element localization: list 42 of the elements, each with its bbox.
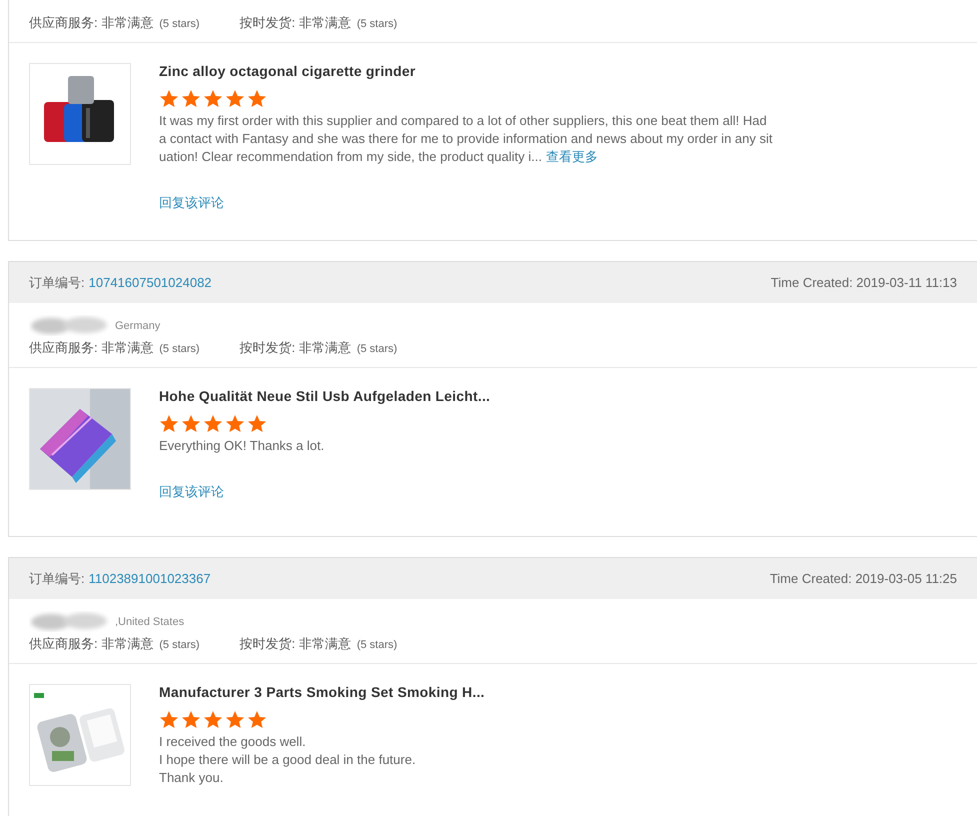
order-number-link[interactable]: 11023891001023367 xyxy=(88,570,211,586)
star-icon xyxy=(203,710,223,729)
review-text: It was my first order with this supplier and compared to a lot of other suppliers, this one beat them all! Had xyxy=(159,112,768,130)
order-label: 订单编号: xyxy=(29,274,85,290)
see-more-link[interactable]: 查看更多 xyxy=(546,149,598,164)
star-icon xyxy=(159,89,179,108)
rating-text: 供应商服务: 非常满意 (5 stars) xyxy=(29,635,200,653)
star-icon xyxy=(225,414,245,433)
review-text: I hope there will be a good deal in the future. xyxy=(159,751,417,769)
rating-text: 按时发货: 非常满意 (5 stars) xyxy=(240,635,398,653)
star-icon xyxy=(225,710,245,729)
star-icon xyxy=(181,89,201,108)
star-icon xyxy=(225,89,245,108)
rating-text: 供应商服务: 非常满意 (5 stars) xyxy=(29,14,200,32)
buyer-country: Germany xyxy=(115,320,160,332)
star-icon xyxy=(181,710,201,729)
star-icon xyxy=(159,414,179,433)
star-icon xyxy=(247,710,267,729)
time-created: Time Created: 2019-03-05 11:25 xyxy=(770,571,957,586)
review-text: I received the goods well. xyxy=(159,733,307,751)
star-icon xyxy=(247,414,267,433)
star-icon xyxy=(203,414,223,433)
reply-link[interactable]: 回复该评论 xyxy=(159,194,772,212)
star-icon xyxy=(247,89,267,108)
order-number-link[interactable]: 10741607501024082 xyxy=(88,274,212,290)
review-text: a contact with Fantasy and she was there for me to provide information and news about my order in any sit xyxy=(159,130,772,148)
product-title[interactable]: Hohe Qualität Neue Stil Usb Aufgeladen Leicht... xyxy=(159,388,490,404)
review-text: uation! Clear recommendation from my side, the product quality i... 查看更多 xyxy=(159,148,599,166)
star-icon xyxy=(203,89,223,108)
product-title[interactable]: Zinc alloy octagonal cigarette grinder xyxy=(159,63,772,79)
reply-link[interactable]: 回复该评论 xyxy=(159,483,490,501)
review-text: Everything OK! Thanks a lot. xyxy=(159,437,326,455)
rating-text: 按时发货: 非常满意 (5 stars) xyxy=(240,339,398,357)
review-text: Thank you. xyxy=(159,769,224,787)
star-icon xyxy=(159,710,179,729)
star-icon xyxy=(181,414,201,433)
time-created: Time Created: 2019-03-11 11:13 xyxy=(770,275,957,290)
product-title[interactable]: Manufacturer 3 Parts Smoking Set Smoking H... xyxy=(159,684,485,700)
buyer-country: ,United States xyxy=(115,616,184,628)
rating-text: 按时发货: 非常满意 (5 stars) xyxy=(240,14,398,32)
rating-text: 供应商服务: 非常满意 (5 stars) xyxy=(29,339,200,357)
order-label: 订单编号: xyxy=(29,570,85,586)
